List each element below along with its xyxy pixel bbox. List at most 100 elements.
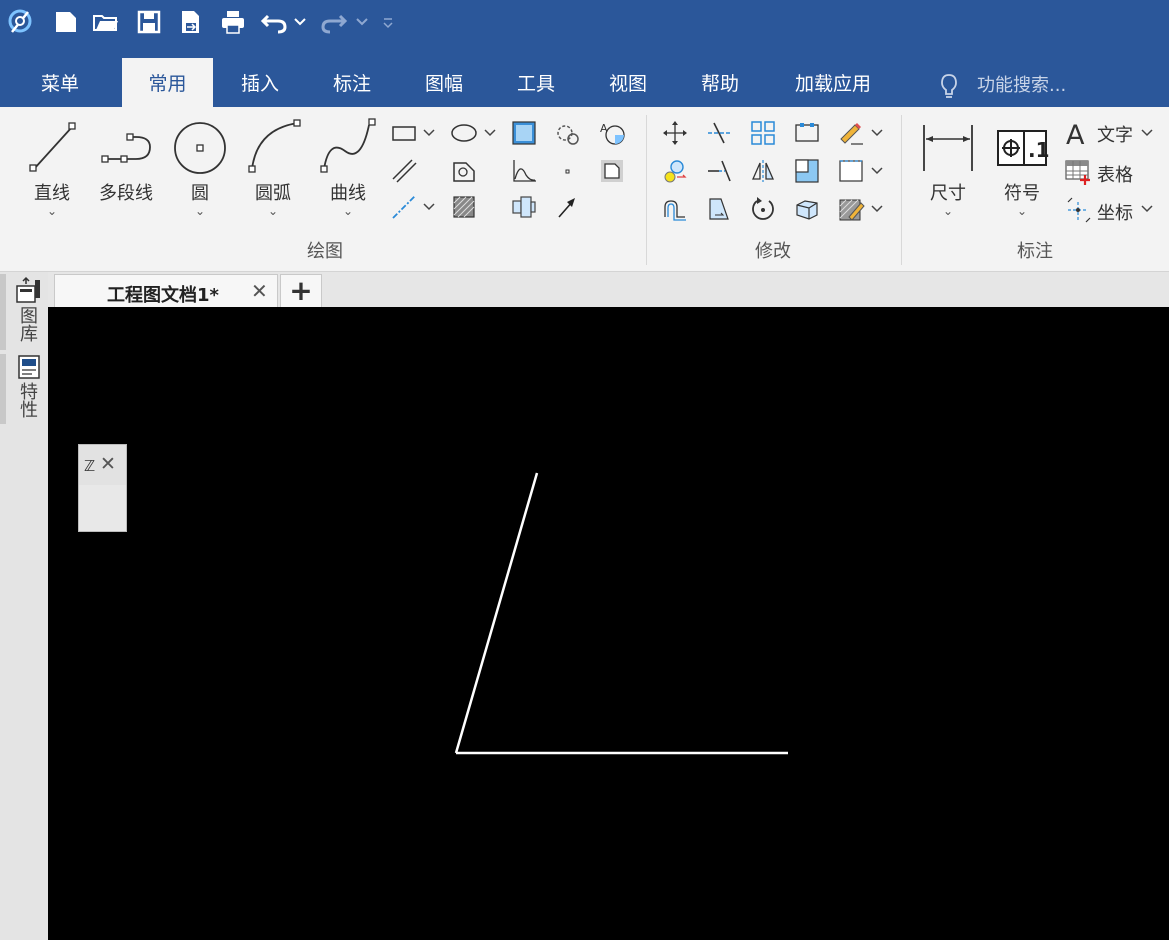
coordinate-label[interactable]: 坐标 bbox=[1097, 199, 1133, 225]
line-button[interactable]: 直线 ⌄ bbox=[21, 117, 83, 217]
close-tab-icon[interactable]: ✕ bbox=[251, 279, 268, 303]
tab-common[interactable]: 常用 bbox=[122, 58, 213, 107]
point-icon[interactable] bbox=[553, 157, 581, 185]
dock-indicator bbox=[0, 354, 6, 424]
centerline-icon[interactable] bbox=[390, 193, 418, 221]
curve-label: 曲线 bbox=[330, 183, 366, 204]
drawn-line-slanted[interactable] bbox=[454, 472, 539, 754]
arc-label: 圆弧 bbox=[255, 183, 291, 204]
new-file-icon[interactable] bbox=[50, 6, 82, 38]
text-rotate-icon[interactable]: A bbox=[598, 119, 626, 147]
chevron-down-icon[interactable] bbox=[1138, 119, 1156, 147]
table-icon[interactable] bbox=[1064, 158, 1092, 186]
chamfer-icon[interactable] bbox=[705, 195, 733, 223]
chevron-down-icon[interactable] bbox=[868, 195, 886, 223]
stretch-icon[interactable] bbox=[793, 119, 821, 147]
floating-panel-header: ℤ ✕ bbox=[79, 445, 126, 485]
app-logo-icon[interactable] bbox=[4, 6, 36, 38]
coordinate-icon[interactable] bbox=[1064, 196, 1092, 224]
chevron-down-icon[interactable] bbox=[868, 119, 886, 147]
symbol-label: 符号 bbox=[1004, 183, 1040, 204]
hatch-fill-icon[interactable] bbox=[510, 119, 538, 147]
shaft-part-icon[interactable] bbox=[510, 193, 538, 221]
trim-icon[interactable] bbox=[705, 119, 733, 147]
polyline-button[interactable]: 多段线 bbox=[92, 117, 160, 205]
symbol-button[interactable]: .1 符号 ⌄ bbox=[991, 117, 1053, 217]
add-tab-button[interactable]: + bbox=[280, 274, 322, 308]
library-tab[interactable]: 图库 bbox=[17, 306, 40, 342]
modify-group-label: 修改 bbox=[755, 241, 791, 262]
tab-insert[interactable]: 插入 bbox=[220, 58, 300, 107]
open-folder-icon[interactable] bbox=[90, 6, 122, 38]
tab-help[interactable]: 帮助 bbox=[680, 58, 760, 107]
chevron-down-icon[interactable]: ⌄ bbox=[21, 205, 83, 217]
library-icon[interactable] bbox=[14, 276, 42, 304]
properties-tab[interactable]: 特性 bbox=[17, 382, 40, 418]
tab-tools[interactable]: 工具 bbox=[496, 58, 576, 107]
save-icon[interactable] bbox=[133, 6, 165, 38]
leader-arrow-icon[interactable] bbox=[553, 193, 581, 221]
redo-icon[interactable] bbox=[318, 6, 350, 38]
tab-load-apps[interactable]: 加载应用 bbox=[780, 58, 886, 107]
text-label[interactable]: 文字 bbox=[1097, 121, 1133, 147]
edit-hatch-icon[interactable] bbox=[837, 195, 865, 223]
curve-button[interactable]: 曲线 ⌄ bbox=[317, 117, 379, 217]
mirror-icon[interactable] bbox=[749, 157, 777, 185]
dock-indicator bbox=[0, 274, 6, 350]
chevron-down-icon[interactable]: ⌄ bbox=[991, 205, 1053, 217]
polygon-icon[interactable] bbox=[450, 157, 478, 185]
redo-dropdown-chevron-icon[interactable] bbox=[352, 6, 372, 38]
symbol-icon: .1 bbox=[997, 130, 1050, 166]
drawing-canvas[interactable] bbox=[48, 307, 1169, 940]
parallel-lines-icon[interactable] bbox=[390, 157, 418, 185]
chevron-down-icon[interactable] bbox=[1138, 195, 1156, 223]
array-icon[interactable] bbox=[749, 119, 777, 147]
close-panel-icon[interactable]: ✕ bbox=[100, 453, 116, 475]
gear-part-icon[interactable] bbox=[553, 119, 581, 147]
arc-button[interactable]: 圆弧 ⌄ bbox=[242, 117, 304, 217]
chevron-down-icon[interactable]: ⌄ bbox=[917, 205, 979, 217]
rectangle-icon[interactable] bbox=[390, 119, 418, 147]
3d-box-icon[interactable] bbox=[793, 195, 821, 223]
feature-search-input[interactable]: 功能搜索... bbox=[977, 66, 1066, 106]
document-tab-bar: 工程图文档1* ✕ + bbox=[48, 272, 1169, 308]
tab-annotate[interactable]: 标注 bbox=[312, 58, 392, 107]
text-icon[interactable]: A bbox=[1064, 119, 1092, 147]
offset-icon[interactable] bbox=[661, 195, 689, 223]
chevron-down-icon[interactable]: ⌄ bbox=[242, 205, 304, 217]
customize-icon[interactable] bbox=[378, 6, 398, 38]
chevron-down-icon[interactable] bbox=[420, 119, 438, 147]
drawing-svg bbox=[454, 472, 788, 755]
table-label[interactable]: 表格 bbox=[1097, 161, 1133, 187]
section-hatch-icon[interactable] bbox=[450, 193, 478, 221]
copy-objects-icon[interactable] bbox=[661, 157, 689, 185]
undo-icon[interactable] bbox=[258, 6, 290, 38]
boundary-fill-icon[interactable] bbox=[598, 157, 626, 185]
rotate-icon[interactable] bbox=[749, 195, 777, 223]
document-tab-title: 工程图文档1* bbox=[107, 285, 219, 306]
dimension-button[interactable]: 尺寸 ⌄ bbox=[917, 117, 979, 217]
properties-icon[interactable] bbox=[16, 354, 42, 380]
tab-menu[interactable]: 菜单 bbox=[18, 58, 102, 107]
print-icon[interactable] bbox=[217, 6, 249, 38]
tab-view[interactable]: 视图 bbox=[588, 58, 668, 107]
scale-icon[interactable] bbox=[793, 157, 821, 185]
ellipse-icon[interactable] bbox=[450, 119, 478, 147]
undo-dropdown-chevron-icon[interactable] bbox=[290, 6, 310, 38]
spline-axis-icon[interactable] bbox=[510, 157, 538, 185]
chevron-down-icon[interactable] bbox=[481, 119, 499, 147]
circle-button[interactable]: 圆 ⌄ bbox=[169, 117, 231, 217]
document-tab[interactable]: 工程图文档1* ✕ bbox=[54, 274, 278, 308]
pencil-edit-icon[interactable] bbox=[837, 119, 865, 147]
chevron-down-icon[interactable] bbox=[420, 193, 438, 221]
window-select-icon[interactable] bbox=[837, 157, 865, 185]
group-separator bbox=[901, 115, 902, 265]
draw-group-label: 绘图 bbox=[307, 241, 343, 262]
tab-sheet[interactable]: 图幅 bbox=[404, 58, 484, 107]
chevron-down-icon[interactable]: ⌄ bbox=[169, 205, 231, 217]
chevron-down-icon[interactable]: ⌄ bbox=[317, 205, 379, 217]
extend-icon[interactable] bbox=[705, 157, 733, 185]
chevron-down-icon[interactable] bbox=[868, 157, 886, 185]
move-icon[interactable] bbox=[661, 119, 689, 147]
save-as-icon[interactable] bbox=[175, 6, 207, 38]
